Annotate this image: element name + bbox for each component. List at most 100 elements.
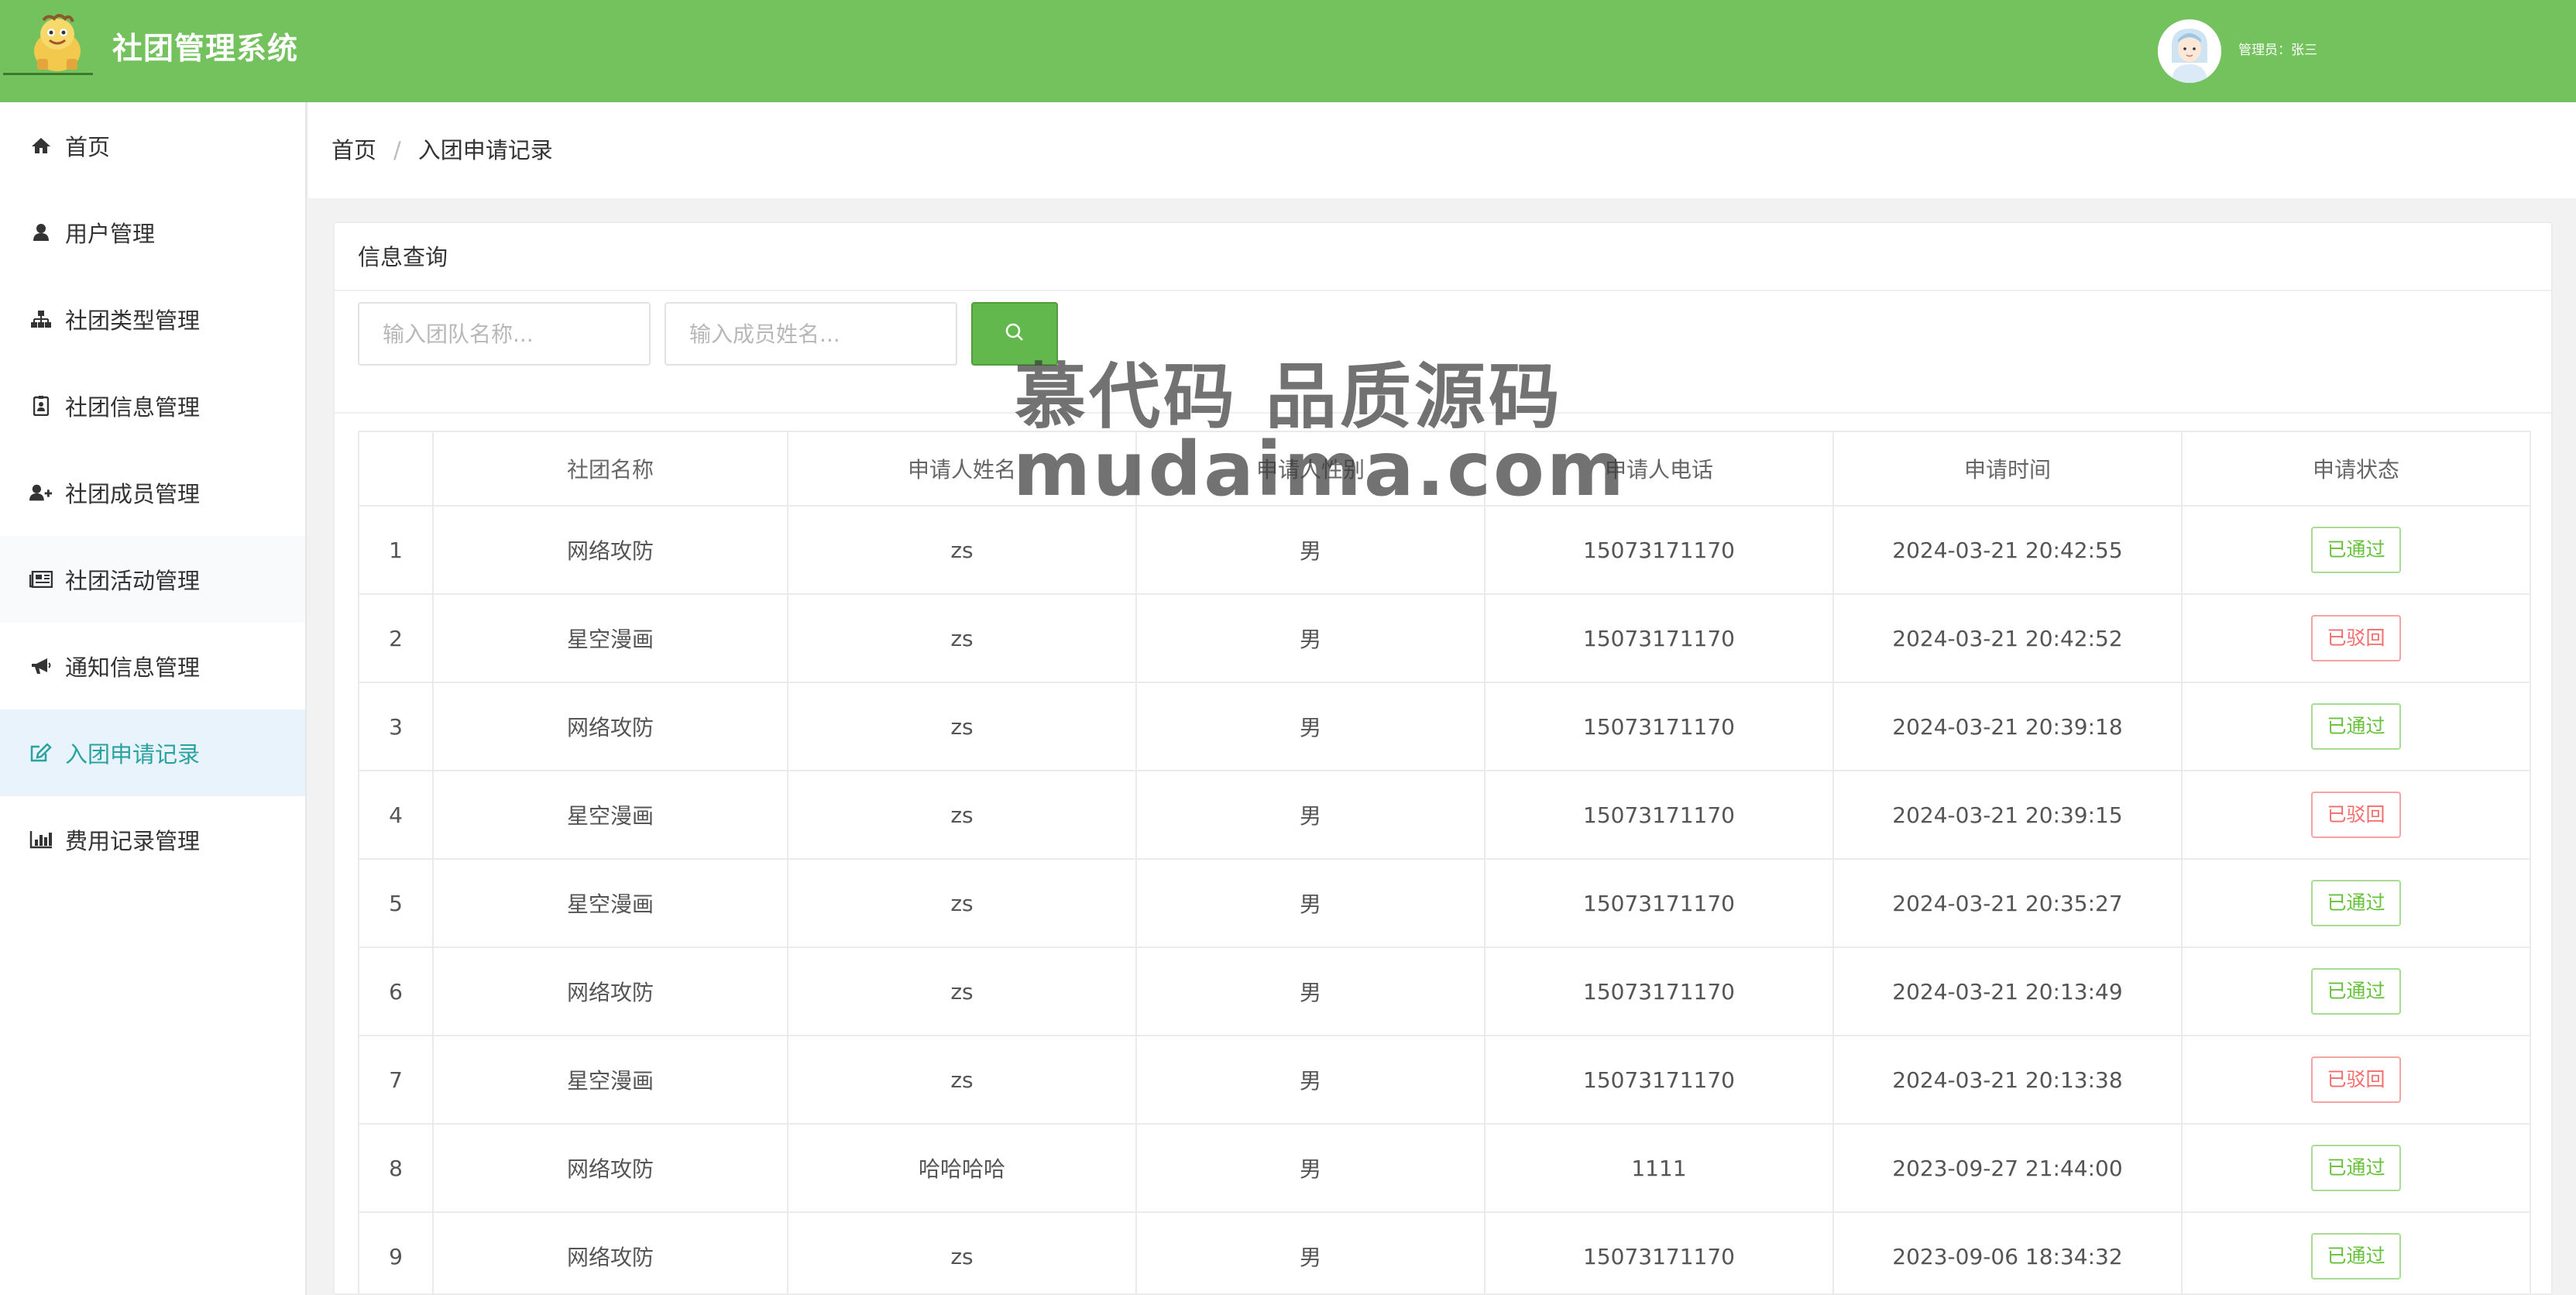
sidebar-nav: 首页 用户管理 社团类型管理 社团信息管理 社团成员管理 社团活动管理 通知信息… (0, 102, 307, 1295)
application-table: 社团名称 申请人姓名 申请人性别 申请人电话 申请时间 申请状态 1 网络攻防 zs… (358, 431, 2531, 1295)
gender-cell: 男 (1135, 682, 1485, 771)
column-header-index (358, 431, 434, 507)
sidebar-item-club-activities[interactable]: 社团活动管理 (0, 536, 305, 623)
table-row[interactable]: 1 网络攻防 zs 男 15073171170 2024-03-21 20:42:55 已通… (358, 505, 2531, 595)
row-index: 8 (358, 1123, 434, 1213)
status-badge[interactable]: 已驳回 (2311, 792, 2401, 838)
status-cell: 已通过 (2181, 505, 2531, 595)
table-row[interactable]: 3 网络攻防 zs 男 15073171170 2024-03-21 20:39:18 已通… (358, 682, 2531, 771)
user-icon (29, 221, 53, 244)
status-cell: 已驳回 (2181, 1035, 2531, 1125)
club-name-cell: 星空漫画 (432, 593, 788, 683)
status-cell: 已驳回 (2181, 770, 2531, 860)
status-badge[interactable]: 已驳回 (2311, 615, 2401, 661)
applicant-name-cell: zs (787, 946, 1137, 1036)
phone-cell: 15073171170 (1484, 593, 1834, 683)
sidebar-item-label: 入团申请记录 (65, 741, 201, 768)
table-row[interactable]: 4 星空漫画 zs 男 15073171170 2024-03-21 20:39:15 已驳… (358, 770, 2531, 860)
status-cell: 已通过 (2181, 858, 2531, 948)
club-name-cell: 网络攻防 (432, 1123, 788, 1213)
sidebar-item-club-members[interactable]: 社团成员管理 (0, 449, 305, 536)
status-badge[interactable]: 已通过 (2311, 1145, 2401, 1191)
apply-time-cell: 2023-09-06 18:34:32 (1832, 1211, 2183, 1295)
edit-icon (29, 741, 53, 764)
sidebar-item-label: 社团信息管理 (65, 394, 201, 421)
sidebar-item-club-info[interactable]: 社团信息管理 (0, 362, 305, 449)
breadcrumb-separator: / (393, 137, 401, 163)
row-index: 3 (358, 682, 434, 771)
table-row[interactable]: 8 网络攻防 哈哈哈哈男 1111 2023-09-27 21:44:00 已通过 (358, 1123, 2531, 1213)
status-badge[interactable]: 已通过 (2311, 1233, 2401, 1280)
status-cell: 已通过 (2181, 1123, 2531, 1213)
gender-cell: 男 (1135, 505, 1485, 595)
member-name-search-input[interactable] (665, 302, 957, 366)
applicant-name-cell: zs (787, 682, 1137, 771)
gender-cell: 男 (1135, 770, 1485, 860)
sidebar-item-users[interactable]: 用户管理 (0, 189, 305, 276)
row-index: 9 (358, 1211, 434, 1295)
club-name-cell: 网络攻防 (432, 505, 788, 595)
phone-cell: 15073171170 (1484, 682, 1834, 771)
row-index: 2 (358, 593, 434, 683)
applicant-name-cell: zs (787, 593, 1137, 683)
status-cell: 已通过 (2181, 1211, 2531, 1295)
team-name-search-input[interactable] (358, 302, 651, 366)
applicant-name-cell: zs (787, 505, 1137, 595)
phone-cell: 15073171170 (1484, 505, 1834, 595)
sidebar-item-label: 通知信息管理 (65, 654, 201, 681)
apply-time-cell: 2024-03-21 20:39:18 (1832, 682, 2183, 771)
apply-time-cell: 2024-03-21 20:13:49 (1832, 946, 2183, 1036)
applicant-name-cell: zs (787, 858, 1137, 948)
row-index: 7 (358, 1035, 434, 1125)
applicant-name-cell: zs (787, 770, 1137, 860)
gender-cell: 男 (1135, 946, 1485, 1036)
table-row[interactable]: 5 星空漫画 zs 男 15073171170 2024-03-21 20:35:27 已通… (358, 858, 2531, 948)
status-badge[interactable]: 已驳回 (2311, 1056, 2401, 1103)
card-divider (335, 290, 2551, 291)
phone-cell: 15073171170 (1484, 1035, 1834, 1125)
apply-time-cell: 2023-09-27 21:44:00 (1832, 1123, 2183, 1213)
apply-time-cell: 2024-03-21 20:35:27 (1832, 858, 2183, 948)
bullhorn-icon (29, 654, 53, 678)
status-badge[interactable]: 已通过 (2311, 880, 2401, 926)
column-header-time: 申请时间 (1832, 431, 2183, 507)
sidebar-item-join-records[interactable]: 入团申请记录 (0, 709, 305, 796)
sidebar-item-label: 社团活动管理 (65, 568, 201, 594)
table-row[interactable]: 9 网络攻防 zs 男 15073171170 2023-09-06 18:34:32 已通… (358, 1211, 2531, 1295)
row-index: 6 (358, 946, 434, 1036)
admin-avatar[interactable] (2158, 19, 2221, 83)
club-name-cell: 网络攻防 (432, 682, 788, 771)
gender-cell: 男 (1135, 593, 1485, 683)
phone-cell: 15073171170 (1484, 770, 1834, 860)
phone-cell: 15073171170 (1484, 858, 1834, 948)
gender-cell: 男 (1135, 1123, 1485, 1213)
column-header-club: 社团名称 (432, 431, 788, 507)
phone-cell: 1111 (1484, 1123, 1834, 1213)
user-plus-icon (29, 481, 53, 504)
club-name-cell: 网络攻防 (432, 1211, 788, 1295)
status-cell: 已通过 (2181, 946, 2531, 1036)
sidebar-item-fee-records[interactable]: 费用记录管理 (0, 796, 305, 883)
card-title: 信息查询 (358, 244, 448, 270)
breadcrumb-home-link[interactable]: 首页 (331, 133, 376, 167)
phone-cell: 15073171170 (1484, 1211, 1834, 1295)
admin-name-label[interactable]: 管理员：张三 (2238, 40, 2317, 60)
table-row[interactable]: 2 星空漫画 zs 男 15073171170 2024-03-21 20:42:52 已驳… (358, 593, 2531, 683)
sitemap-icon (29, 307, 53, 331)
status-badge[interactable]: 已通过 (2311, 527, 2401, 573)
sidebar-item-club-types[interactable]: 社团类型管理 (0, 276, 305, 362)
sidebar-item-notifications[interactable]: 通知信息管理 (0, 623, 305, 709)
status-badge[interactable]: 已通过 (2311, 703, 2401, 750)
status-cell: 已驳回 (2181, 593, 2531, 683)
sidebar-item-label: 社团类型管理 (65, 307, 201, 334)
sidebar-item-label: 社团成员管理 (65, 481, 201, 507)
gender-cell: 男 (1135, 1211, 1485, 1295)
row-index: 5 (358, 858, 434, 948)
column-header-status: 申请状态 (2181, 431, 2531, 507)
sidebar-item-home[interactable]: 首页 (0, 102, 305, 189)
apply-time-cell: 2024-03-21 20:13:38 (1832, 1035, 2183, 1125)
table-row[interactable]: 6 网络攻防 zs 男 15073171170 2024-03-21 20:13:49 已通… (358, 946, 2531, 1036)
app-logo[interactable] (20, 12, 94, 74)
status-badge[interactable]: 已通过 (2311, 968, 2401, 1015)
table-row[interactable]: 7 星空漫画 zs 男 15073171170 2024-03-21 20:13:38 已驳… (358, 1035, 2531, 1125)
